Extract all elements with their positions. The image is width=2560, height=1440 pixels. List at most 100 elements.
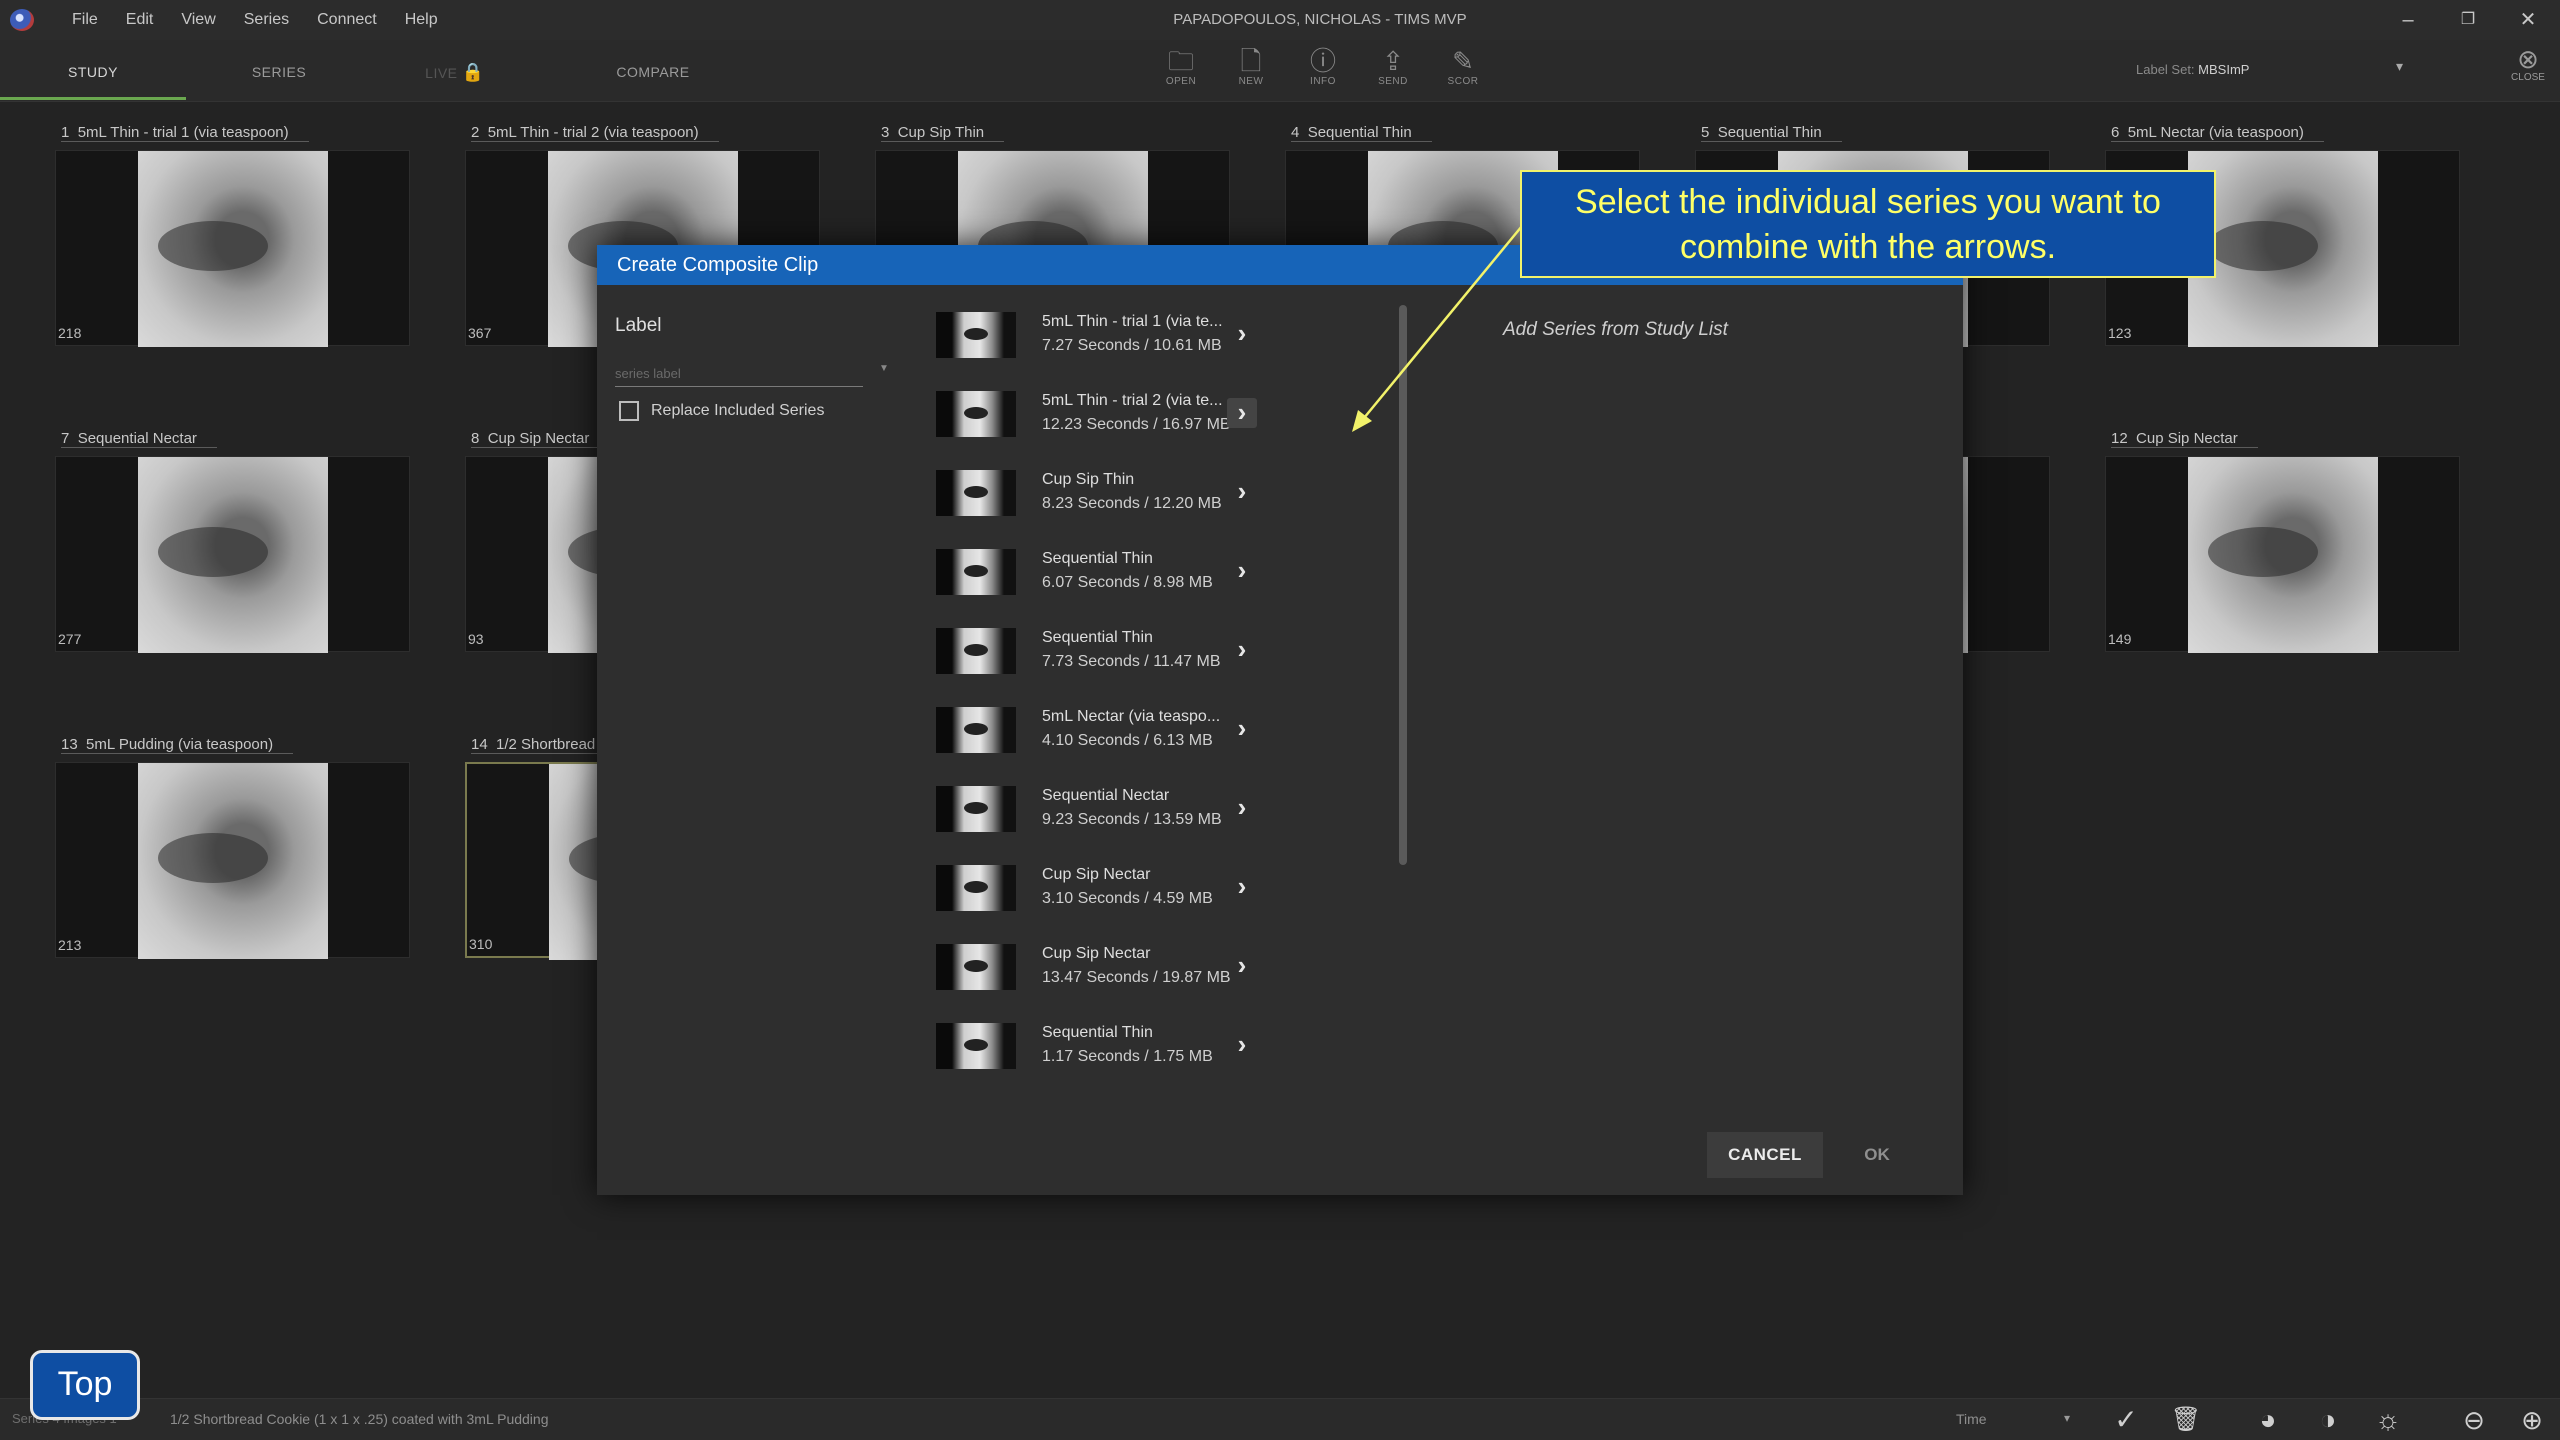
series-thumbnail (936, 707, 1016, 753)
lock-icon: 🔒 (461, 62, 485, 82)
study-tile[interactable]: 1 5mL Thin - trial 1 (via teaspoon) 218 (55, 124, 415, 374)
close-window-button[interactable]: ✕ (2500, 0, 2556, 40)
series-list-item: Sequential Thin 7.73 Seconds / 11.47 MB … (922, 619, 1342, 697)
menu-help[interactable]: Help (391, 0, 452, 40)
zoom-out-icon[interactable]: ⊖ (2456, 1405, 2492, 1435)
callout-line-1: Select the individual series you want to (1575, 183, 2161, 221)
info-button[interactable]: ⓘ INFO (1294, 46, 1352, 96)
add-series-arrow-icon[interactable]: › (1227, 398, 1257, 428)
series-name: 5mL Nectar (via teaspo... (1042, 708, 1221, 725)
series-list-item: Cup Sip Thin 8.23 Seconds / 12.20 MB › (922, 461, 1342, 539)
series-thumbnail (936, 865, 1016, 911)
study-tile[interactable]: 7 Sequential Nectar 277 (55, 430, 415, 680)
tile-frame-count: 277 (58, 631, 82, 647)
contrast-icon[interactable]: ◑ (2310, 1405, 2346, 1435)
add-series-arrow-icon[interactable]: › (1227, 872, 1257, 902)
tile-thumbnail: 218 (55, 150, 410, 347)
tab-compare[interactable]: COMPARE (560, 40, 746, 100)
series-info: 13.47 Seconds / 19.87 MB (1042, 969, 1231, 986)
close-study-button[interactable]: ⊗ CLOSE (2500, 46, 2556, 83)
series-list-item: Cup Sip Nectar 13.47 Seconds / 19.87 MB … (922, 935, 1342, 1013)
series-list-item: Sequential Thin 6.07 Seconds / 8.98 MB › (922, 540, 1342, 618)
study-tile[interactable]: 12 Cup Sip Nectar 149 (2105, 430, 2465, 680)
new-button[interactable]: 🗋 NEW (1222, 46, 1280, 96)
tab-live[interactable]: LIVE 🔒 (420, 40, 490, 100)
menu-view[interactable]: View (167, 0, 229, 40)
series-name: 5mL Thin - trial 1 (via te... (1042, 313, 1223, 330)
tile-label: 7 Sequential Nectar (61, 430, 217, 448)
tile-label: 14 1/2 Shortbread (471, 736, 616, 754)
label-heading: Label (615, 315, 662, 336)
series-thumbnail (936, 628, 1016, 674)
send-button[interactable]: ⇪ SEND (1364, 46, 1422, 96)
label-set-selector[interactable]: Label Set: MBSImP (2136, 62, 2249, 77)
zoom-in-icon[interactable]: ⊕ (2514, 1405, 2550, 1435)
brightness-icon[interactable]: ☼ (2370, 1405, 2406, 1435)
menu-edit[interactable]: Edit (112, 0, 168, 40)
menu-file[interactable]: File (58, 0, 112, 40)
new-document-icon: 🗋 (1240, 46, 1262, 76)
chevron-down-icon[interactable]: ▼ (879, 363, 889, 374)
chevron-down-icon[interactable]: ▾ (2064, 1411, 2070, 1425)
minimize-button[interactable]: – (2380, 0, 2436, 40)
score-button-label: SCOR (1447, 76, 1479, 87)
series-info: 4.10 Seconds / 6.13 MB (1042, 732, 1213, 749)
tile-label: 8 Cup Sip Nectar (471, 430, 610, 448)
add-series-arrow-icon[interactable]: › (1227, 477, 1257, 507)
series-thumbnail (936, 470, 1016, 516)
open-button[interactable]: 🗀 OPEN (1152, 46, 1210, 96)
tile-frame-count: 218 (58, 325, 82, 341)
tile-label: 1 5mL Thin - trial 1 (via teaspoon) (61, 124, 309, 142)
series-info: 6.07 Seconds / 8.98 MB (1042, 574, 1213, 591)
series-info: 9.23 Seconds / 13.59 MB (1042, 811, 1222, 828)
series-list-item: Cup Sip Nectar 3.10 Seconds / 4.59 MB › (922, 856, 1342, 934)
tab-series[interactable]: SERIES (186, 40, 372, 100)
add-series-arrow-icon[interactable]: › (1227, 635, 1257, 665)
series-label-input[interactable]: series label (615, 361, 863, 387)
chevron-down-icon[interactable]: ▾ (2396, 58, 2403, 75)
menu-series[interactable]: Series (230, 0, 303, 40)
series-info: 7.73 Seconds / 11.47 MB (1042, 653, 1221, 670)
series-name: Cup Sip Thin (1042, 471, 1135, 488)
series-thumbnail (936, 312, 1016, 358)
info-button-label: INFO (1310, 76, 1336, 87)
tile-frame-count: 213 (58, 937, 82, 953)
checkmark-icon[interactable]: ✓ (2108, 1405, 2144, 1435)
add-series-arrow-icon[interactable]: › (1227, 951, 1257, 981)
tile-thumbnail: 149 (2105, 456, 2460, 653)
tile-label: 6 5mL Nectar (via teaspoon) (2111, 124, 2324, 142)
close-circle-icon: ⊗ (2517, 44, 2539, 74)
series-thumbnail (936, 1023, 1016, 1069)
score-button[interactable]: ✎ SCOR (1434, 46, 1492, 96)
restore-button[interactable]: ❐ (2440, 0, 2496, 40)
tile-label: 12 Cup Sip Nectar (2111, 430, 2258, 448)
add-series-arrow-icon[interactable]: › (1227, 793, 1257, 823)
add-series-arrow-icon[interactable]: › (1227, 1030, 1257, 1060)
add-series-arrow-icon[interactable]: › (1227, 556, 1257, 586)
replace-included-series-checkbox[interactable] (619, 401, 639, 421)
trash-icon[interactable]: 🗑 (2168, 1405, 2204, 1435)
add-series-arrow-icon[interactable]: › (1227, 319, 1257, 349)
tab-study[interactable]: STUDY (0, 40, 186, 100)
replace-included-series-row[interactable]: Replace Included Series (619, 401, 824, 421)
score-icon: ✎ (1452, 46, 1474, 76)
series-thumbnail (936, 391, 1016, 437)
tile-thumbnail: 277 (55, 456, 410, 653)
menu-bar: File Edit View Series Connect Help (58, 0, 452, 40)
tile-frame-count: 310 (469, 936, 493, 952)
series-thumbnail (936, 549, 1016, 595)
study-tile[interactable]: 13 5mL Pudding (via teaspoon) 213 (55, 736, 415, 986)
invert-icon[interactable]: ◕ (2250, 1405, 2286, 1435)
cancel-button[interactable]: CANCEL (1707, 1132, 1823, 1178)
add-series-arrow-icon[interactable]: › (1227, 714, 1257, 744)
series-name: 5mL Thin - trial 2 (via te... (1042, 392, 1223, 409)
menu-connect[interactable]: Connect (303, 0, 391, 40)
time-selector[interactable]: Time (1956, 1411, 1987, 1427)
series-thumbnail (936, 944, 1016, 990)
series-list-item: 5mL Thin - trial 1 (via te... 7.27 Secon… (922, 303, 1342, 381)
series-list-scrollbar[interactable] (1399, 305, 1407, 865)
ok-button[interactable]: OK (1837, 1132, 1917, 1178)
series-list: 5mL Thin - trial 1 (via te... 7.27 Secon… (922, 303, 1342, 1103)
tile-frame-count: 367 (468, 325, 492, 341)
top-button[interactable]: Top (30, 1350, 140, 1420)
